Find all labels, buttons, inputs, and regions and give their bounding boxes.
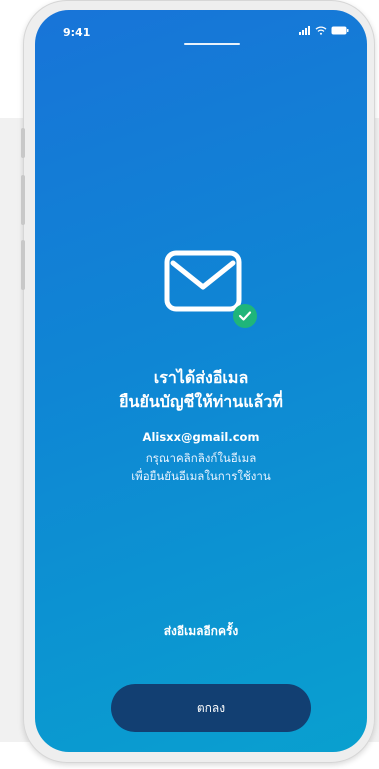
envelope-icon [164, 250, 242, 312]
description-line-2: เพื่อยืนยันอีเมลในการใช้งาน [131, 469, 271, 483]
ok-button[interactable]: ตกลง [111, 684, 311, 732]
signal-icon [299, 26, 310, 35]
title-line-1: เราได้ส่งอีเมล [153, 368, 249, 387]
ok-button-label: ตกลง [196, 700, 226, 715]
battery-icon [331, 26, 349, 35]
mail-check-icon [164, 250, 257, 330]
resend-email-link[interactable]: ส่งอีเมลอีกครั้ง [35, 622, 367, 641]
side-button [21, 128, 25, 158]
wifi-icon [315, 26, 327, 35]
status-bar: 9:41 [35, 10, 367, 50]
description-line-1: กรุณาคลิกลิงก์ในอีเมล [145, 451, 257, 465]
status-icons [299, 26, 349, 35]
side-button [21, 240, 25, 290]
side-button [21, 175, 25, 225]
notch [184, 43, 240, 45]
status-time: 9:41 [63, 26, 91, 39]
phone-screen: 9:41 เราได้ส่งอีเมล ยืนยันบัญชีให้ท่านแล… [35, 10, 367, 752]
title-line-2: ยืนยันบัญชีให้ท่านแล้วที่ [119, 392, 283, 411]
email-address: Alisxx@gmail.com [142, 430, 260, 444]
check-badge-icon [233, 304, 257, 328]
